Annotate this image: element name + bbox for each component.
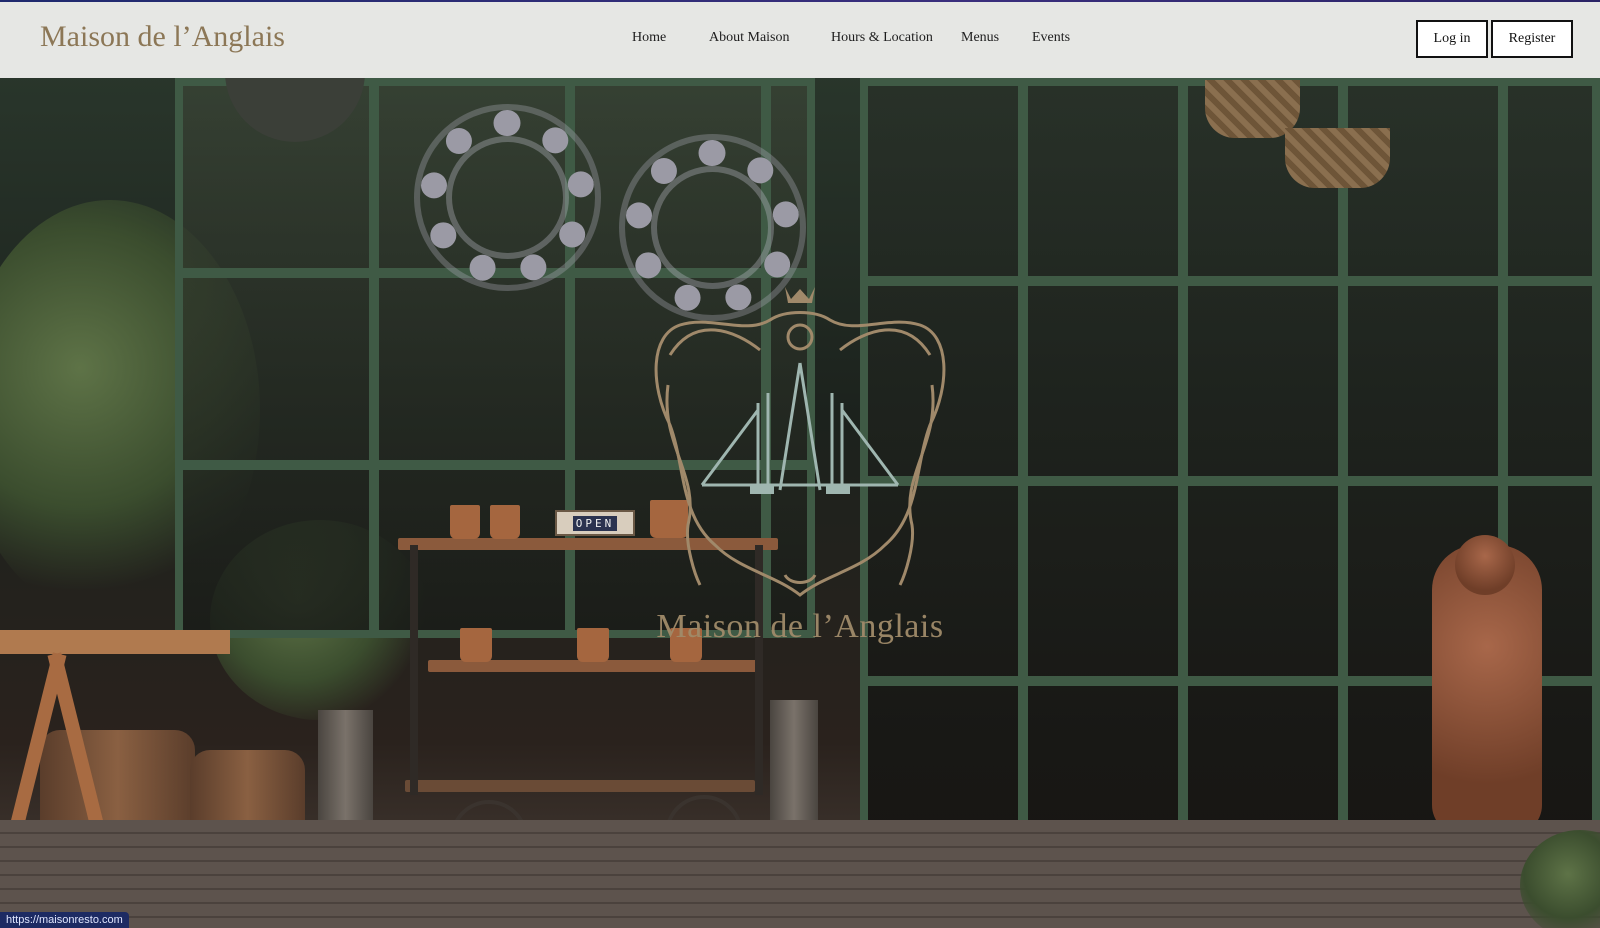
status-bar-url: https://maisonresto.com: [0, 912, 129, 928]
pot-1: [450, 505, 480, 539]
wooden-deck: [0, 820, 1600, 928]
basket-2: [1285, 128, 1390, 188]
login-button[interactable]: Log in: [1416, 20, 1488, 58]
wreath-left: [420, 110, 595, 285]
site-header: Maison de l’Anglais Home About Maison Ho…: [0, 2, 1600, 78]
nav-home[interactable]: Home: [632, 30, 666, 46]
open-sign: OPEN: [555, 510, 635, 536]
wooden-table-top: [0, 630, 230, 654]
nav-about-maison[interactable]: About Maison: [709, 30, 790, 46]
nav-hours-location[interactable]: Hours & Location: [831, 30, 933, 46]
cart-leg-left: [410, 545, 418, 795]
lantern-right: [770, 700, 818, 840]
nav-menus[interactable]: Menus: [961, 30, 999, 46]
open-sign-text: OPEN: [572, 515, 618, 531]
pot-4: [460, 628, 492, 662]
site-logo-link[interactable]: Maison de l’Anglais: [40, 20, 285, 54]
nav-events[interactable]: Events: [1032, 30, 1070, 46]
browser-accent-strip: [0, 0, 1600, 2]
crest-title: Maison de l’Anglais: [656, 608, 944, 645]
crest-shield-outline: [654, 311, 946, 597]
crest-bridge-icon: [700, 362, 900, 494]
page: OPEN Maison de l’Anglais Maison de l’Ang…: [0, 0, 1600, 928]
crest-crown-icon: [785, 287, 815, 303]
pot-2: [490, 505, 520, 539]
crest-emblem: [654, 287, 946, 597]
register-button[interactable]: Register: [1491, 20, 1573, 58]
bear-head: [1455, 535, 1515, 595]
cart-shelf-bottom: [405, 780, 755, 792]
